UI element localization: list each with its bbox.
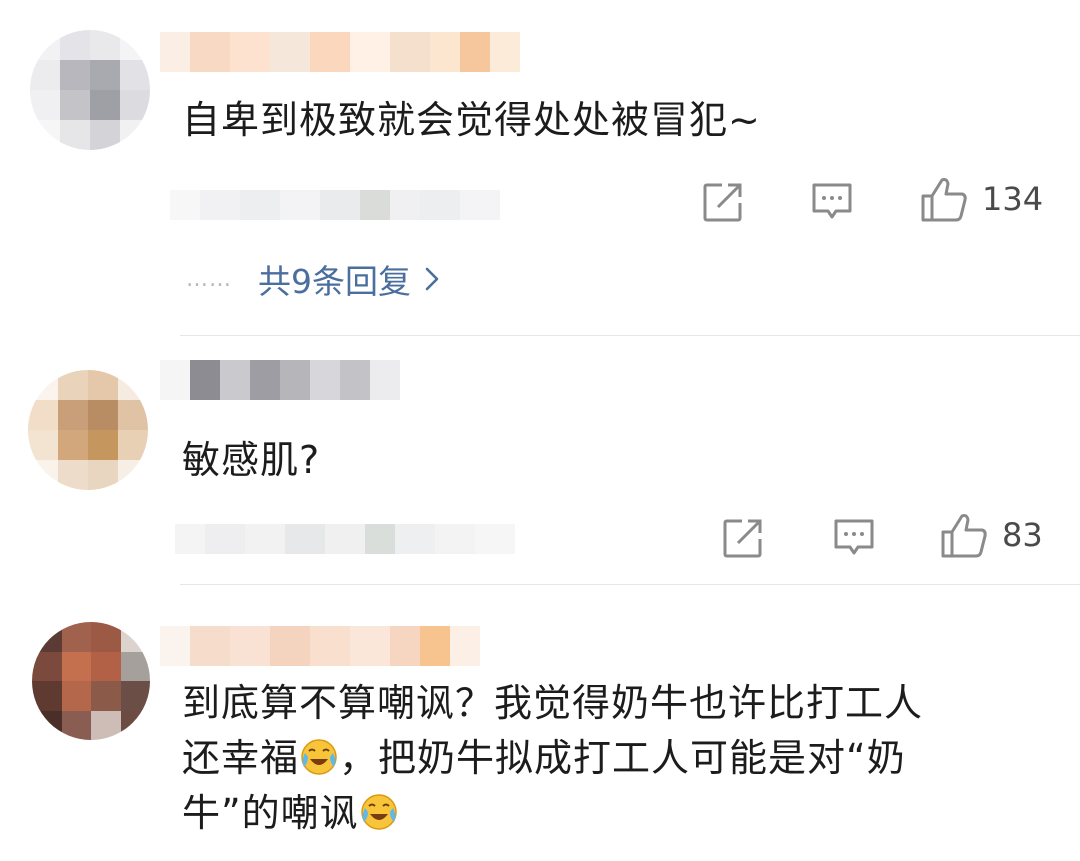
username[interactable] [160,32,520,72]
divider [180,335,1080,336]
replies-row: …… 共9条回复 [186,255,439,303]
timestamp [170,190,500,220]
view-replies-link[interactable]: 共9条回复 [258,255,439,303]
like-button[interactable]: 83 [940,512,1043,558]
share-button[interactable] [722,517,764,559]
comment-icon [810,181,854,223]
replies-dots: …… [186,266,232,292]
comment-button[interactable] [832,517,876,559]
comment-text: 敏感肌? [182,438,321,482]
share-button[interactable] [702,181,744,223]
chevron-right-icon [425,260,439,299]
username[interactable] [160,626,480,666]
like-button[interactable]: 134 [920,176,1043,222]
avatar[interactable] [28,370,148,490]
comment-icon [832,517,876,559]
comment-text-segment: 还幸福 [182,736,300,780]
like-count: 83 [1002,516,1043,554]
comment-text: 自卑到极致就会觉得处处被冒犯~ [182,98,761,142]
comment-text-segment: ，把奶牛拟成打工人可能是对“奶 [339,736,906,780]
comment-item-3: 到底算不算嘲讽？我觉得奶牛也许比打工人 还幸福 ，把奶牛拟成打工人可能是对“奶 牛… [0,586,1080,861]
comment-text: 到底算不算嘲讽？我觉得奶牛也许比打工人 还幸福 ，把奶牛拟成打工人可能是对“奶 牛… [182,676,923,841]
timestamp [175,524,515,554]
comment-item-2: 敏感肌? 83 [0,337,1080,585]
thumbs-up-icon [920,176,968,222]
username[interactable] [160,360,400,400]
comment-button[interactable] [810,181,854,223]
thumbs-up-icon [940,512,988,558]
like-count: 134 [982,180,1044,218]
comment-text-line: 还幸福 ，把奶牛拟成打工人可能是对“奶 [182,731,923,786]
comment-text-line: 牛”的嘲讽 [182,786,923,841]
divider [180,584,1080,585]
share-icon [702,181,744,223]
avatar[interactable] [32,622,150,740]
comment-text-line: 到底算不算嘲讽？我觉得奶牛也许比打工人 [182,681,924,725]
view-replies-label: 共9条回复 [258,262,411,301]
comment-item-1: 自卑到极致就会觉得处处被冒犯~ 134 …… 共9条回复 [0,0,1080,336]
laughing-crying-emoji [299,737,339,777]
comment-text-segment: 牛”的嘲讽 [182,791,359,835]
laughing-crying-emoji [359,792,399,832]
share-icon [722,517,764,559]
avatar[interactable] [30,30,150,150]
